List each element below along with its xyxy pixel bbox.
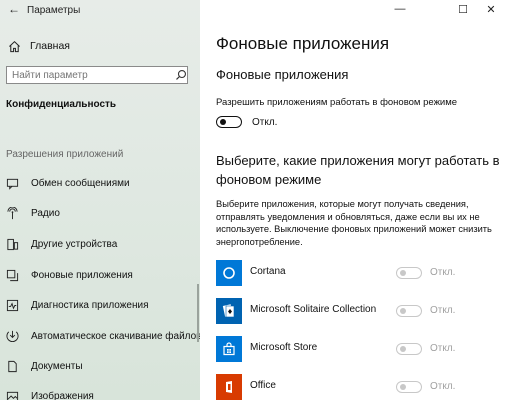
- sidebar: ← Параметры Главная Конфиденциальность Р…: [0, 0, 200, 400]
- sidebar-item-auto-download[interactable]: Автоматическое скачивание файлов: [6, 328, 200, 344]
- solitaire-icon: [216, 298, 242, 324]
- search-box[interactable]: [6, 66, 188, 84]
- document-icon: [8, 360, 17, 372]
- app-name: Office: [250, 380, 276, 391]
- home-link[interactable]: Главная: [8, 38, 70, 54]
- app-name: Microsoft Solitaire Collection: [250, 304, 377, 315]
- allow-background-toggle[interactable]: [216, 116, 242, 128]
- close-button[interactable]: ✕: [476, 0, 506, 18]
- search-input[interactable]: [7, 68, 174, 82]
- sidebar-item-label: Автоматическое скачивание файлов: [31, 330, 200, 342]
- window-title: Параметры: [27, 5, 81, 16]
- sidebar-item-label: Радио: [31, 207, 60, 219]
- chat-icon: [6, 178, 19, 190]
- sidebar-item-label: Изображения: [31, 390, 94, 400]
- page-title: Фоновые приложения: [216, 34, 390, 53]
- allow-background-state: Откл.: [252, 117, 278, 128]
- sidebar-item-other-devices[interactable]: Другие устройства: [6, 236, 117, 252]
- app-name: Cortana: [250, 266, 286, 277]
- toggle-knob: [400, 384, 406, 390]
- radio-icon: [7, 206, 18, 219]
- home-icon: [9, 40, 20, 52]
- sidebar-item-label: Другие устройства: [31, 238, 118, 250]
- sidebar-item-label: Фоновые приложения: [31, 269, 133, 281]
- allow-background-label: Разрешить приложениям работать в фоновом…: [216, 97, 458, 108]
- image-icon: [6, 391, 19, 400]
- main-content: — ☐ ✕ Фоновые приложения Фоновые приложе…: [200, 0, 507, 400]
- cortana-icon: [216, 260, 242, 286]
- toggle-knob: [400, 346, 406, 352]
- store-toggle[interactable]: [396, 343, 422, 355]
- choose-apps-description: Выберите приложения, которые могут получ…: [216, 199, 492, 247]
- app-toggle-state: Откл.: [430, 267, 456, 278]
- office-icon: [216, 374, 242, 400]
- section-title: Конфиденциальность: [6, 99, 117, 110]
- background-apps-icon: [6, 269, 19, 281]
- back-button[interactable]: ←: [8, 2, 20, 16]
- app-toggle-state: Откл.: [430, 343, 456, 354]
- minimize-button[interactable]: —: [385, 0, 415, 18]
- maximize-button[interactable]: ☐: [448, 0, 478, 18]
- store-icon: [216, 336, 242, 362]
- sidebar-item-background-apps[interactable]: Фоновые приложения: [6, 267, 133, 283]
- home-label: Главная: [30, 40, 70, 52]
- sidebar-item-documents[interactable]: Документы: [6, 358, 83, 374]
- search-icon[interactable]: [175, 69, 187, 81]
- sidebar-item-label: Диагностика приложения: [31, 299, 149, 311]
- cortana-toggle[interactable]: [396, 267, 422, 279]
- devices-icon: [7, 238, 19, 250]
- sidebar-item-label: Обмен сообщениями: [31, 177, 130, 189]
- settings-window: ← Параметры Главная Конфиденциальность Р…: [0, 0, 507, 400]
- sidebar-item-radio[interactable]: Радио: [6, 205, 60, 221]
- sidebar-item-app-diagnostics[interactable]: Диагностика приложения: [6, 297, 149, 313]
- app-row-office: Office Откл.: [216, 374, 506, 400]
- download-icon: [6, 330, 19, 342]
- office-toggle[interactable]: [396, 381, 422, 393]
- app-toggle-state: Откл.: [430, 305, 456, 316]
- app-row-cortana: Cortana Откл.: [216, 260, 506, 286]
- sidebar-item-messaging[interactable]: Обмен сообщениями: [6, 175, 130, 191]
- sidebar-item-label: Документы: [31, 360, 83, 372]
- choose-apps-title: Выберите, какие приложения могут работат…: [216, 153, 500, 187]
- solitaire-toggle[interactable]: [396, 305, 422, 317]
- diagnostics-icon: [6, 299, 19, 311]
- section-title: Фоновые приложения: [216, 67, 349, 82]
- toggle-knob: [400, 308, 406, 314]
- sidebar-item-images[interactable]: Изображения: [6, 388, 94, 400]
- app-toggle-state: Откл.: [430, 381, 456, 392]
- toggle-knob: [220, 119, 226, 125]
- sidebar-scrollbar[interactable]: [197, 284, 199, 342]
- toggle-knob: [400, 270, 406, 276]
- app-row-solitaire: Microsoft Solitaire Collection Откл.: [216, 298, 506, 324]
- group-label: Разрешения приложений: [6, 149, 124, 160]
- app-name: Microsoft Store: [250, 342, 318, 353]
- app-row-store: Microsoft Store Откл.: [216, 336, 506, 362]
